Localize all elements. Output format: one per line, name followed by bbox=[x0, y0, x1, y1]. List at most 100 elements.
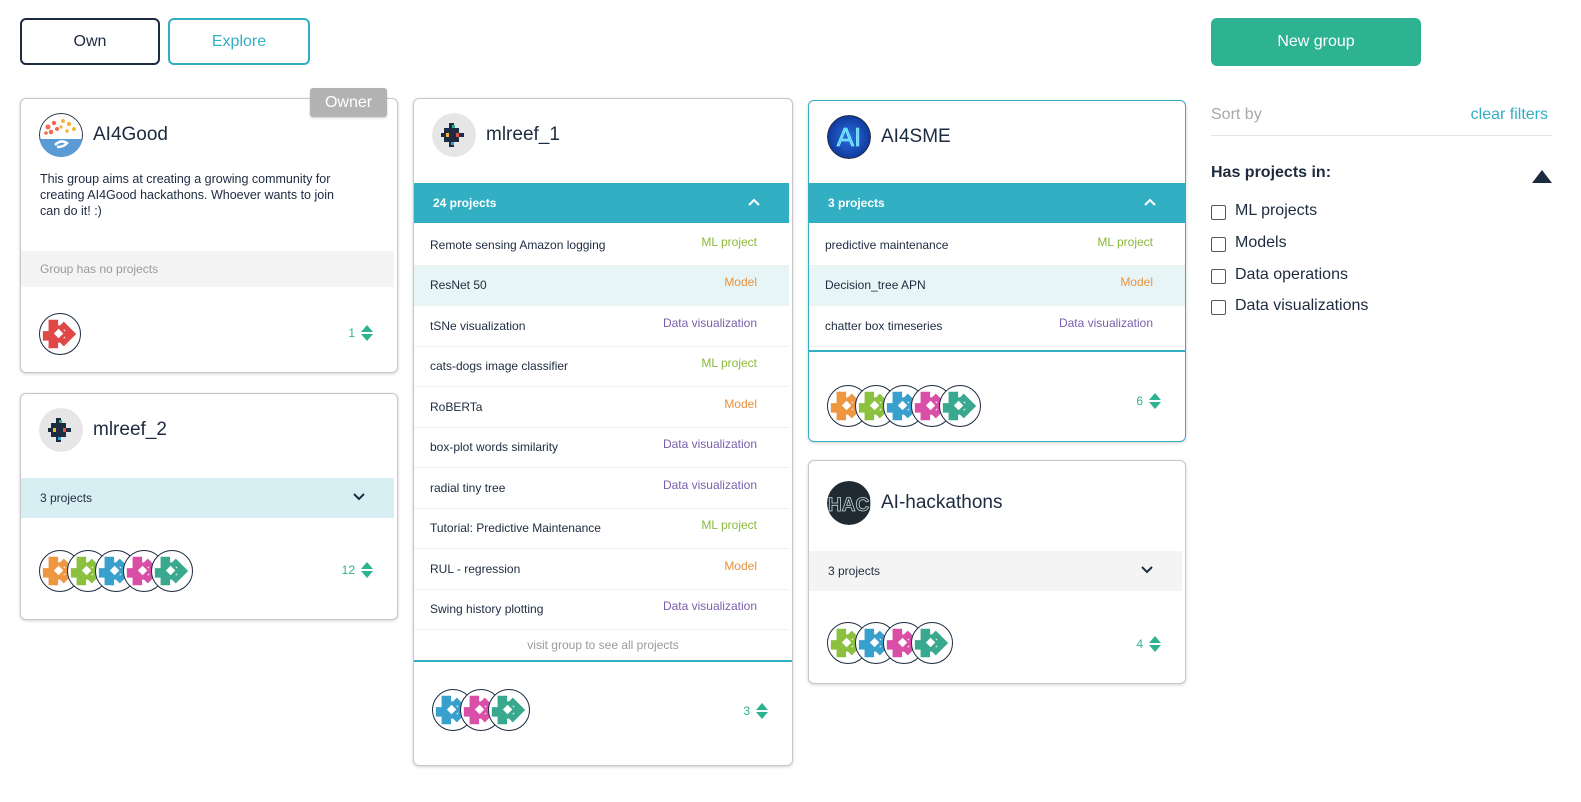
project-row[interactable]: ResNet 50 Model bbox=[414, 265, 789, 306]
group-card-mlreef-1[interactable]: mlreef_1 24 projects Remote sensing Amaz… bbox=[413, 98, 793, 766]
sort-arrows-icon bbox=[361, 325, 373, 341]
chevron-down-icon bbox=[1141, 566, 1153, 574]
project-row[interactable]: Tutorial: Predictive Maintenance ML proje… bbox=[414, 509, 789, 549]
clear-filters-link[interactable]: clear filters bbox=[1471, 106, 1548, 124]
divider bbox=[414, 660, 792, 662]
project-type-label: Data visualization bbox=[1058, 315, 1153, 330]
projects-toggle[interactable]: 3 projects bbox=[21, 478, 394, 518]
ai4sme-avatar: AI bbox=[827, 115, 871, 159]
project-row[interactable]: Decision_tree APN Model bbox=[809, 265, 1185, 306]
project-name: cats-dogs image classifier bbox=[430, 359, 569, 374]
project-row[interactable]: box-plot words similarity Data visualizat… bbox=[414, 428, 789, 468]
chevron-up-icon bbox=[1144, 198, 1156, 206]
group-name[interactable]: AI4SME bbox=[881, 126, 951, 148]
projects-count: 3 projects bbox=[828, 196, 885, 210]
chevron-down-icon bbox=[353, 493, 365, 501]
group-name[interactable]: mlreef_2 bbox=[93, 419, 167, 441]
svg-text:HACK: HACK bbox=[828, 495, 871, 516]
ai4good-avatar bbox=[39, 113, 83, 157]
group-card-mlreef-2[interactable]: mlreef_2 3 projects 12 bbox=[20, 393, 398, 620]
project-type-label: Data visualization bbox=[662, 315, 757, 330]
checkbox[interactable] bbox=[1211, 237, 1226, 252]
filter-label: Models bbox=[1235, 233, 1287, 251]
group-name[interactable]: mlreef_1 bbox=[486, 124, 560, 146]
sort-by-select[interactable]: Sort by bbox=[1211, 106, 1262, 124]
filter-ml-projects[interactable]: ML projects bbox=[1211, 201, 1317, 220]
teal-mlreef-icon[interactable] bbox=[911, 622, 953, 664]
project-row[interactable]: cats-dogs image classifier ML project bbox=[414, 347, 789, 387]
project-row[interactable]: chatter box timeseries Data visualization bbox=[809, 306, 1185, 347]
project-type-label: ML project bbox=[701, 518, 757, 533]
project-type-label: Model bbox=[724, 396, 757, 411]
collapse-triangle-icon[interactable] bbox=[1531, 168, 1553, 184]
star-count[interactable]: 1 bbox=[348, 325, 373, 341]
projects-toggle[interactable]: 24 projects bbox=[414, 183, 789, 223]
group-card-ai4good[interactable]: AI4Good This group aims at creating a gr… bbox=[20, 98, 398, 373]
star-count[interactable]: 6 bbox=[1136, 393, 1161, 409]
filter-models[interactable]: Models bbox=[1211, 233, 1287, 252]
teal-mlreef-icon[interactable] bbox=[939, 385, 981, 427]
project-name: radial tiny tree bbox=[430, 480, 506, 495]
projects-count: 3 projects bbox=[828, 564, 881, 578]
project-name: predictive maintenance bbox=[825, 237, 949, 252]
red-mlreef-icon[interactable] bbox=[39, 313, 81, 355]
star-count[interactable]: 3 bbox=[743, 703, 768, 719]
project-name: box-plot words similarity bbox=[430, 440, 559, 455]
project-name: Tutorial: Predictive Maintenance bbox=[430, 521, 601, 536]
project-row[interactable]: predictive maintenance ML project bbox=[809, 225, 1185, 266]
project-type-label: ML project bbox=[701, 234, 757, 249]
project-name: Swing history plotting bbox=[430, 602, 544, 617]
teal-mlreef-icon[interactable] bbox=[151, 550, 193, 592]
visit-group-link[interactable]: visit group to see all projects bbox=[414, 632, 792, 658]
project-type-label: ML project bbox=[1097, 234, 1153, 249]
project-name: tSNe visualization bbox=[430, 318, 526, 333]
member-avatars bbox=[827, 385, 981, 427]
projects-toggle[interactable]: 3 projects bbox=[809, 183, 1185, 223]
filter-label: Data operations bbox=[1235, 265, 1348, 283]
filter-data-operations[interactable]: Data operations bbox=[1211, 265, 1348, 284]
checkbox[interactable] bbox=[1211, 205, 1226, 220]
projects-count: 3 projects bbox=[40, 491, 93, 505]
project-row[interactable]: radial tiny tree Data visualization bbox=[414, 468, 789, 509]
chevron-up-icon bbox=[748, 198, 760, 206]
star-count-value: 1 bbox=[348, 326, 355, 340]
projects-toggle[interactable]: 3 projects bbox=[809, 551, 1182, 591]
mlreef-logo-icon bbox=[432, 113, 476, 157]
group-card-ai4sme[interactable]: AI AI4SME 3 projects predictive maintena… bbox=[808, 100, 1186, 442]
project-type-label: ML project bbox=[701, 356, 757, 371]
project-type-label: Model bbox=[1120, 275, 1153, 290]
mlreef-logo-icon bbox=[39, 408, 83, 452]
star-count-value: 12 bbox=[341, 563, 355, 577]
group-card-ai-hackathons[interactable]: HACK AI-hackathons 3 projects 4 bbox=[808, 460, 1186, 684]
group-description: This group aims at creating a growing co… bbox=[40, 172, 334, 218]
checkbox[interactable] bbox=[1211, 300, 1226, 315]
project-type-label: Model bbox=[724, 275, 757, 290]
sort-arrows-icon bbox=[361, 562, 373, 578]
filter-data-visualizations[interactable]: Data visualizations bbox=[1211, 296, 1368, 315]
project-row[interactable]: Remote sensing Amazon logging ML project bbox=[414, 225, 789, 266]
star-count-value: 4 bbox=[1136, 637, 1143, 651]
project-row[interactable]: Swing history plotting Data visualization bbox=[414, 590, 789, 630]
project-row[interactable]: tSNe visualization Data visualization bbox=[414, 306, 789, 347]
group-name[interactable]: AI-hackathons bbox=[881, 492, 1002, 514]
checkbox[interactable] bbox=[1211, 269, 1226, 284]
project-row[interactable]: RoBERTa Model bbox=[414, 387, 789, 428]
star-count-value: 6 bbox=[1136, 394, 1143, 408]
member-avatars bbox=[827, 622, 953, 664]
sort-row: Sort by clear filters bbox=[1211, 104, 1552, 136]
sort-arrows-icon bbox=[1149, 393, 1161, 409]
star-count[interactable]: 12 bbox=[342, 562, 373, 578]
project-type-label: Data visualization bbox=[662, 477, 757, 492]
member-avatars bbox=[39, 313, 81, 355]
project-row[interactable]: RUL - regression Model bbox=[414, 549, 789, 590]
project-name: RUL - regression bbox=[430, 561, 521, 576]
project-name: ResNet 50 bbox=[430, 278, 487, 293]
project-name: Remote sensing Amazon logging bbox=[430, 237, 606, 252]
group-name[interactable]: AI4Good bbox=[93, 124, 168, 146]
new-group-button[interactable]: New group bbox=[1211, 18, 1421, 66]
tab-own[interactable]: Own bbox=[20, 18, 160, 65]
star-count[interactable]: 4 bbox=[1136, 636, 1161, 652]
member-avatars bbox=[39, 550, 193, 592]
tab-explore[interactable]: Explore bbox=[168, 18, 310, 65]
teal-mlreef-icon[interactable] bbox=[488, 689, 530, 731]
